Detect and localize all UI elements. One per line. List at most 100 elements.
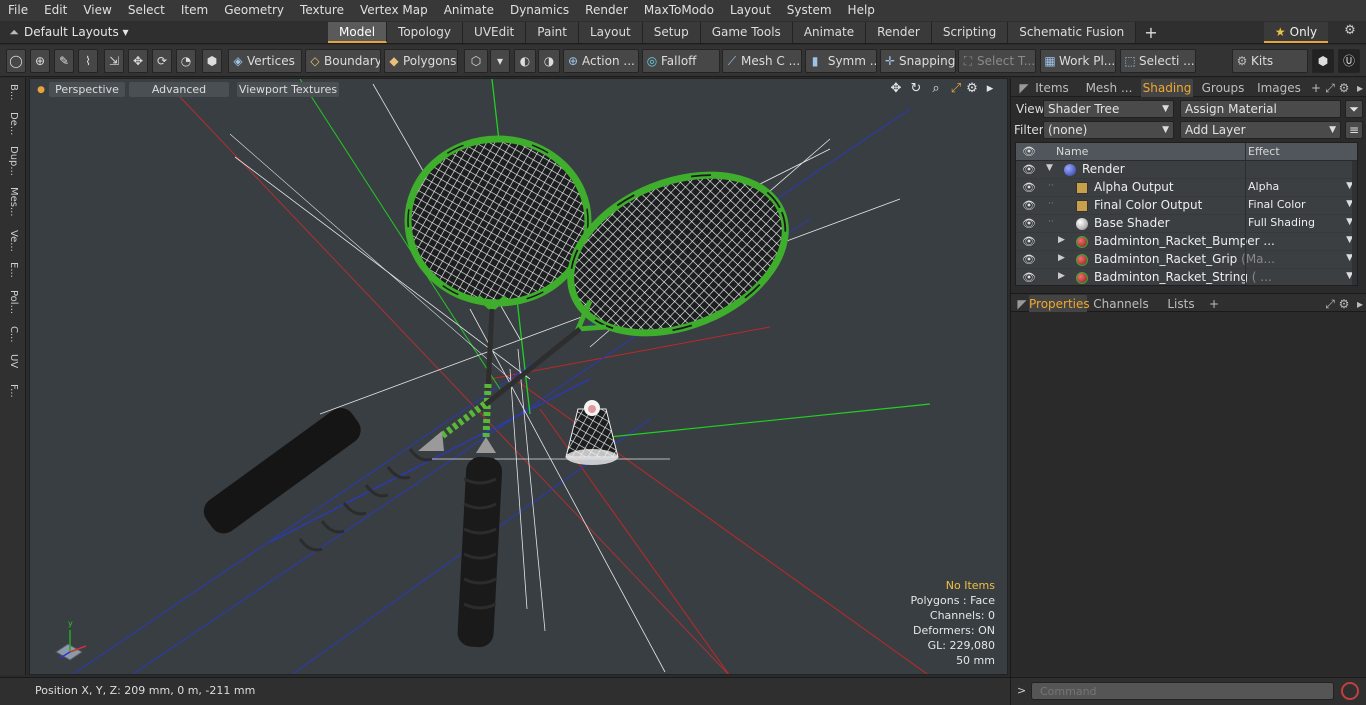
select-through-button[interactable]: ⛶ Select T... (958, 49, 1036, 73)
globe-icon[interactable]: ⊕ (30, 49, 50, 73)
selection-sets-button[interactable]: ⬚ Selecti ... (1120, 49, 1196, 73)
brush-icon[interactable]: ⌇ (78, 49, 98, 73)
viewport-textures-button[interactable]: Viewport Textures (237, 82, 339, 97)
panel-menu-icon[interactable]: ◤ (1017, 295, 1027, 313)
props-tab-channels[interactable]: Channels (1091, 295, 1151, 313)
advanced-button[interactable]: Advanced (129, 82, 229, 97)
rotate-icon[interactable]: ⟳ (152, 49, 172, 73)
right-tab-shading[interactable]: Shading (1141, 79, 1193, 97)
shader-row[interactable]: 👁 ▼ Render (1016, 161, 1357, 179)
item-mode-icon[interactable]: ⬢ (202, 49, 222, 73)
vertices-button[interactable]: ◈ Vertices (228, 49, 302, 73)
boundary-button[interactable]: ◇ Boundary (305, 49, 381, 73)
unreal-icon[interactable]: Ⓤ (1338, 49, 1360, 73)
side-tab-1[interactable]: De... (3, 108, 23, 140)
expand-arrow-icon[interactable]: ▼ (1046, 163, 1053, 173)
visibility-eye-icon[interactable]: 👁 (1022, 235, 1036, 249)
expand-arrow-icon[interactable]: ▶ (1058, 235, 1065, 245)
transform-icon[interactable]: ⇲ (104, 49, 124, 73)
polygons-button[interactable]: ◆ Polygons (384, 49, 458, 73)
settings-icon[interactable]: ⚙ (964, 81, 980, 97)
symmetry-a-icon[interactable]: ◐ (514, 49, 536, 73)
expand-icon[interactable]: ⤢ (1323, 79, 1337, 97)
side-tab-7[interactable]: C... (3, 322, 23, 346)
filter-icon[interactable]: ⏷ (1345, 100, 1363, 118)
symmetry-b-icon[interactable]: ◑ (538, 49, 560, 73)
tab-render[interactable]: Render (866, 22, 932, 43)
menu-select[interactable]: Select (120, 0, 173, 21)
scale-icon[interactable]: ◔ (176, 49, 196, 73)
maximize-icon[interactable]: ⤢ (948, 81, 964, 97)
pan-icon[interactable]: ✥ (888, 81, 904, 97)
add-tab-icon[interactable]: + (1136, 22, 1165, 43)
menu-view[interactable]: View (75, 0, 119, 21)
shader-row[interactable]: 👁 ▶ Badminton_Racket_String ( ... ▼ (1016, 269, 1357, 285)
tab-schematic-fusion[interactable]: Schematic Fusion (1008, 22, 1137, 43)
collapse-icon[interactable]: ⏶ (4, 23, 24, 42)
action-center-button[interactable]: ⊕ Action ... (563, 49, 639, 73)
side-tab-9[interactable]: F... (3, 376, 23, 406)
shuttlecock[interactable] (565, 400, 619, 465)
3d-viewport[interactable]: ● Perspective Advanced Viewport Textures… (29, 78, 1008, 675)
shader-row[interactable]: 👁 ·· Alpha Output Alpha ▼ (1016, 179, 1357, 197)
tab-animate[interactable]: Animate (792, 22, 867, 43)
right-tab-mesh[interactable]: Mesh ... (1081, 79, 1137, 97)
right-tab-groups[interactable]: Groups (1197, 79, 1249, 97)
menu-vertex-map[interactable]: Vertex Map (352, 0, 436, 21)
menu-maxtomodo[interactable]: MaxToModo (636, 0, 722, 21)
viewport-dot-icon[interactable]: ● (33, 82, 49, 98)
zoom-icon[interactable]: ⌕ (928, 81, 944, 97)
shader-row-effect[interactable]: Alpha (1248, 180, 1279, 193)
kits-button[interactable]: ⚙ Kits (1232, 49, 1308, 73)
shader-row-effect[interactable]: Full Shading (1248, 216, 1315, 229)
record-icon[interactable] (1341, 682, 1359, 700)
props-tab-lists[interactable]: Lists (1161, 295, 1201, 313)
side-tab-2[interactable]: Dup... (3, 142, 23, 179)
side-tab-6[interactable]: Pol... (3, 284, 23, 320)
visibility-eye-icon[interactable]: 👁 (1022, 253, 1036, 267)
shader-row[interactable]: 👁 ·· Base Shader Full Shading ▼ (1016, 215, 1357, 233)
side-tab-4[interactable]: Ve... (3, 225, 23, 256)
gear-icon[interactable]: ⚙ (1337, 79, 1351, 97)
tab-setup[interactable]: Setup (642, 22, 701, 43)
menu-edit[interactable]: Edit (36, 0, 75, 21)
play-icon[interactable]: ▸ (1353, 295, 1366, 313)
right-tab-items[interactable]: Items (1029, 79, 1075, 97)
menu-animate[interactable]: Animate (436, 0, 502, 21)
play-icon[interactable]: ▸ (982, 81, 998, 97)
layout-dropdown[interactable]: ⏶ Default Layouts ▾ (4, 23, 134, 42)
menu-file[interactable]: File (0, 0, 36, 21)
shader-row[interactable]: 👁 ·· Final Color Output Final Color ▼ (1016, 197, 1357, 215)
side-tab-0[interactable]: B... (3, 78, 23, 106)
material-icon[interactable]: ⬡ (464, 49, 488, 73)
move-icon[interactable]: ✥ (128, 49, 148, 73)
perspective-button[interactable]: Perspective (49, 82, 125, 97)
side-tab-5[interactable]: E... (3, 258, 23, 282)
pen-icon[interactable]: ✎ (54, 49, 74, 73)
visibility-eye-icon[interactable]: 👁 (1022, 163, 1036, 177)
gear-icon[interactable]: ⚙ (1340, 23, 1360, 42)
menu-dynamics[interactable]: Dynamics (502, 0, 577, 21)
unity-icon[interactable]: ⬢ (1312, 49, 1334, 73)
shader-row-effect[interactable]: Final Color (1248, 198, 1306, 211)
right-tab-images[interactable]: Images (1251, 79, 1307, 97)
shader-row[interactable]: 👁 ▶ Badminton_Racket_Bumper ... ▼ (1016, 233, 1357, 251)
visibility-eye-icon[interactable]: 👁 (1022, 181, 1036, 195)
shader-row[interactable]: 👁 ▶ Badminton_Racket_Grip (Ma... ▼ (1016, 251, 1357, 269)
view-dropdown[interactable]: Shader Tree ▼ (1043, 100, 1174, 118)
tab-game-tools[interactable]: Game Tools (700, 22, 793, 43)
props-tab-properties[interactable]: Properties (1029, 295, 1090, 313)
symmetry-button[interactable]: ▮ Symm ... (805, 49, 877, 73)
shader-tree[interactable]: 👁 Name Effect 👁 ▼ Render 👁 ·· Alpha Output Alp… (1015, 142, 1358, 286)
tab-layout[interactable]: Layout (578, 22, 643, 43)
menu-help[interactable]: Help (840, 0, 883, 21)
falloff-button[interactable]: ◎ Falloff (642, 49, 720, 73)
sphere-icon[interactable]: ◯ (6, 49, 26, 73)
menu-geometry[interactable]: Geometry (216, 0, 292, 21)
chevron-down-icon[interactable]: ▾ (490, 49, 510, 73)
side-tab-8[interactable]: UV (3, 348, 23, 374)
filter-dropdown[interactable]: (none) ▼ (1043, 121, 1174, 139)
assign-material-button[interactable]: Assign Material (1180, 100, 1341, 118)
scrollbar[interactable] (1352, 161, 1357, 285)
menu-system[interactable]: System (779, 0, 840, 21)
